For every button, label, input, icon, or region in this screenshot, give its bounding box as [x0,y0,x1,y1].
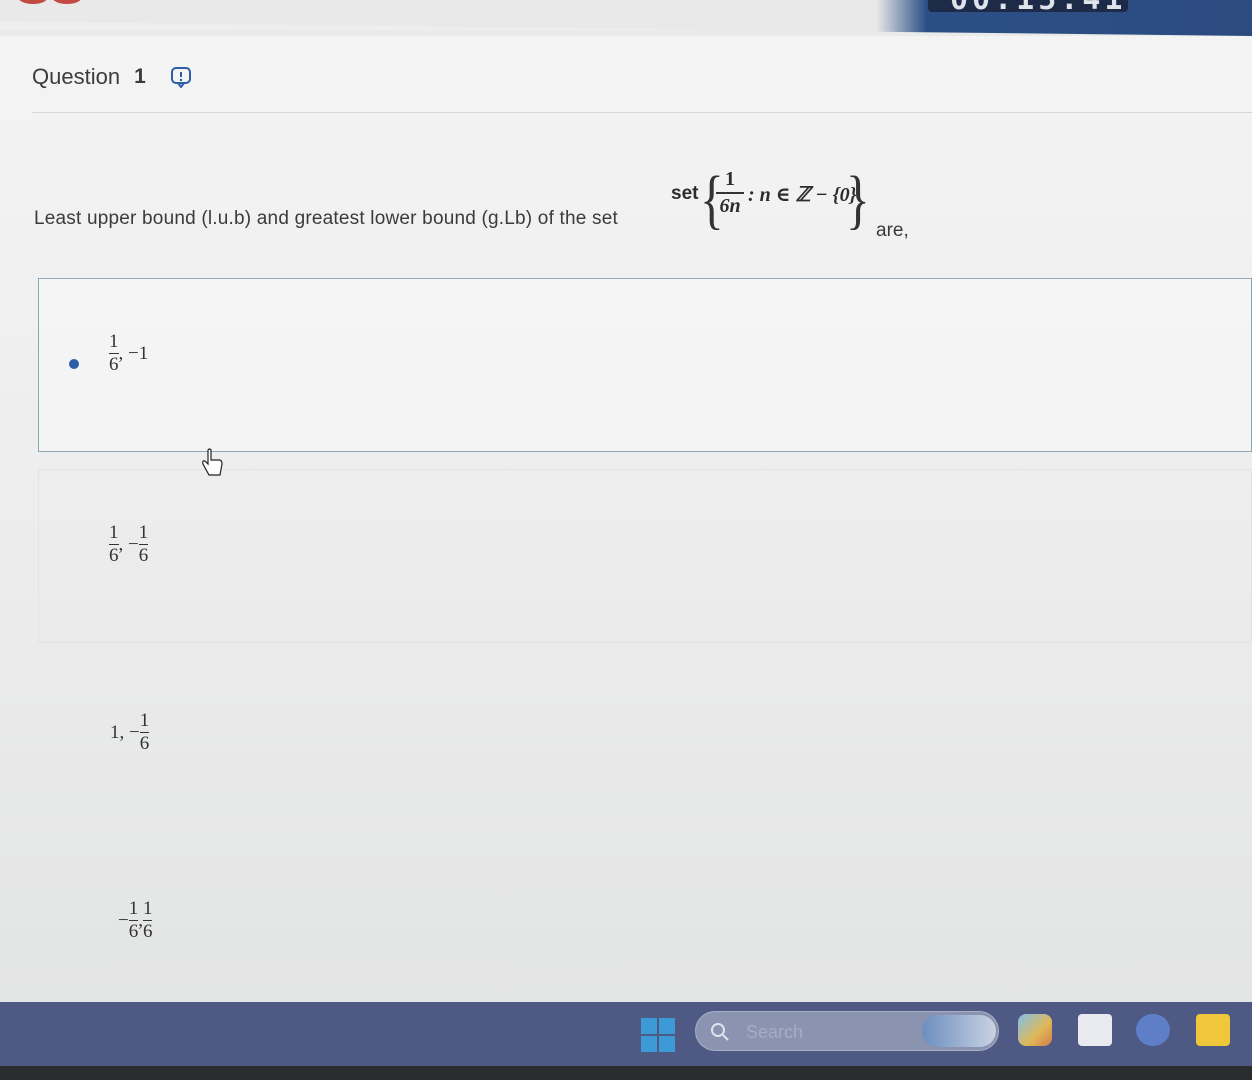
math-condition: : n ∈ ℤ − {0} [748,184,857,206]
question-number: 1 [134,65,146,88]
window-controls[interactable] [18,0,88,4]
option-text: − [118,909,129,931]
fraction-numerator: 1 [109,522,119,543]
fraction-denominator: 6 [139,733,150,754]
option-1-expression: 16, −1 [109,331,148,376]
question-title: Question [32,64,121,89]
math-numerator: 1 [725,168,735,190]
fraction-numerator: 1 [138,522,149,543]
search-placeholder: Search [746,1022,804,1042]
right-brace: } [845,163,870,236]
option-fraction: 16 [138,522,149,567]
quiz-page: Question 1 Least upper bound (l.u.b) and… [0,36,1252,1002]
search-highlight-image [922,1015,996,1047]
fraction-denominator: 6 [109,545,119,566]
question-text: Least upper bound (l.u.b) and greatest l… [34,208,618,229]
math-set-word: set [671,183,699,204]
option-fraction: 16 [142,898,153,943]
browser-top-bar: 00:15:41 [0,0,1252,36]
screen-bezel [0,1066,1252,1080]
fraction-denominator: 6 [138,545,149,566]
option-4-expression: −1 6, 16 [118,898,153,943]
fraction-numerator: 1 [142,898,153,919]
radio-icon[interactable] [68,734,78,744]
file-app-icon[interactable] [1078,1014,1112,1046]
math-denominator: 6n [719,195,741,217]
question-header: Question 1 [32,62,192,92]
answer-option-4[interactable]: −1 6, 16 [38,842,1252,1016]
radio-selected-icon[interactable] [69,359,79,369]
hand-cursor-icon [202,448,223,476]
answer-option-3[interactable]: 1, −1 6 [38,654,1252,828]
option-text: , −1 [118,342,149,364]
radio-icon[interactable] [69,550,79,560]
option-fraction: 16 [109,522,119,567]
set-expression: set { 1 6n : n ∈ ℤ − {0} } [670,163,870,236]
fraction-numerator: 1 [139,710,150,731]
option-3-expression: 1, −1 6 [110,710,150,755]
fraction-denominator: 6 [128,921,139,942]
option-fraction: 16 [128,898,139,943]
copilot-app-icon[interactable] [1018,1014,1052,1046]
report-flag-icon[interactable] [170,66,192,88]
fraction-denominator: 6 [109,354,119,375]
fraction-numerator: 1 [128,898,139,919]
meet-app-icon[interactable] [1136,1014,1170,1046]
fraction-denominator: 6 [142,921,153,942]
question-text-end: are, [876,220,909,241]
answer-option-1[interactable]: 16, −1 [38,278,1252,452]
math-fraction: 1 6n [716,168,744,218]
taskbar: Search [0,1002,1252,1066]
option-text: , − [118,533,139,555]
timer-text: 00:15:41 [950,0,1127,17]
option-2-expression: 16, −1 6 [109,522,149,567]
search-icon [711,1023,729,1041]
option-fraction: 16 [139,710,150,755]
answer-option-2[interactable]: 16, −1 6 [38,469,1252,643]
fraction-numerator: 1 [109,331,119,352]
radio-icon[interactable] [68,922,78,932]
math-fraction-bar [716,192,744,194]
folder-app-icon[interactable] [1196,1014,1230,1046]
windows-start-icon[interactable] [641,1018,675,1052]
option-text: 1, − [110,721,140,743]
taskbar-search[interactable]: Search [695,1011,999,1051]
option-fraction: 16 [109,331,119,376]
header-divider [32,112,1252,113]
